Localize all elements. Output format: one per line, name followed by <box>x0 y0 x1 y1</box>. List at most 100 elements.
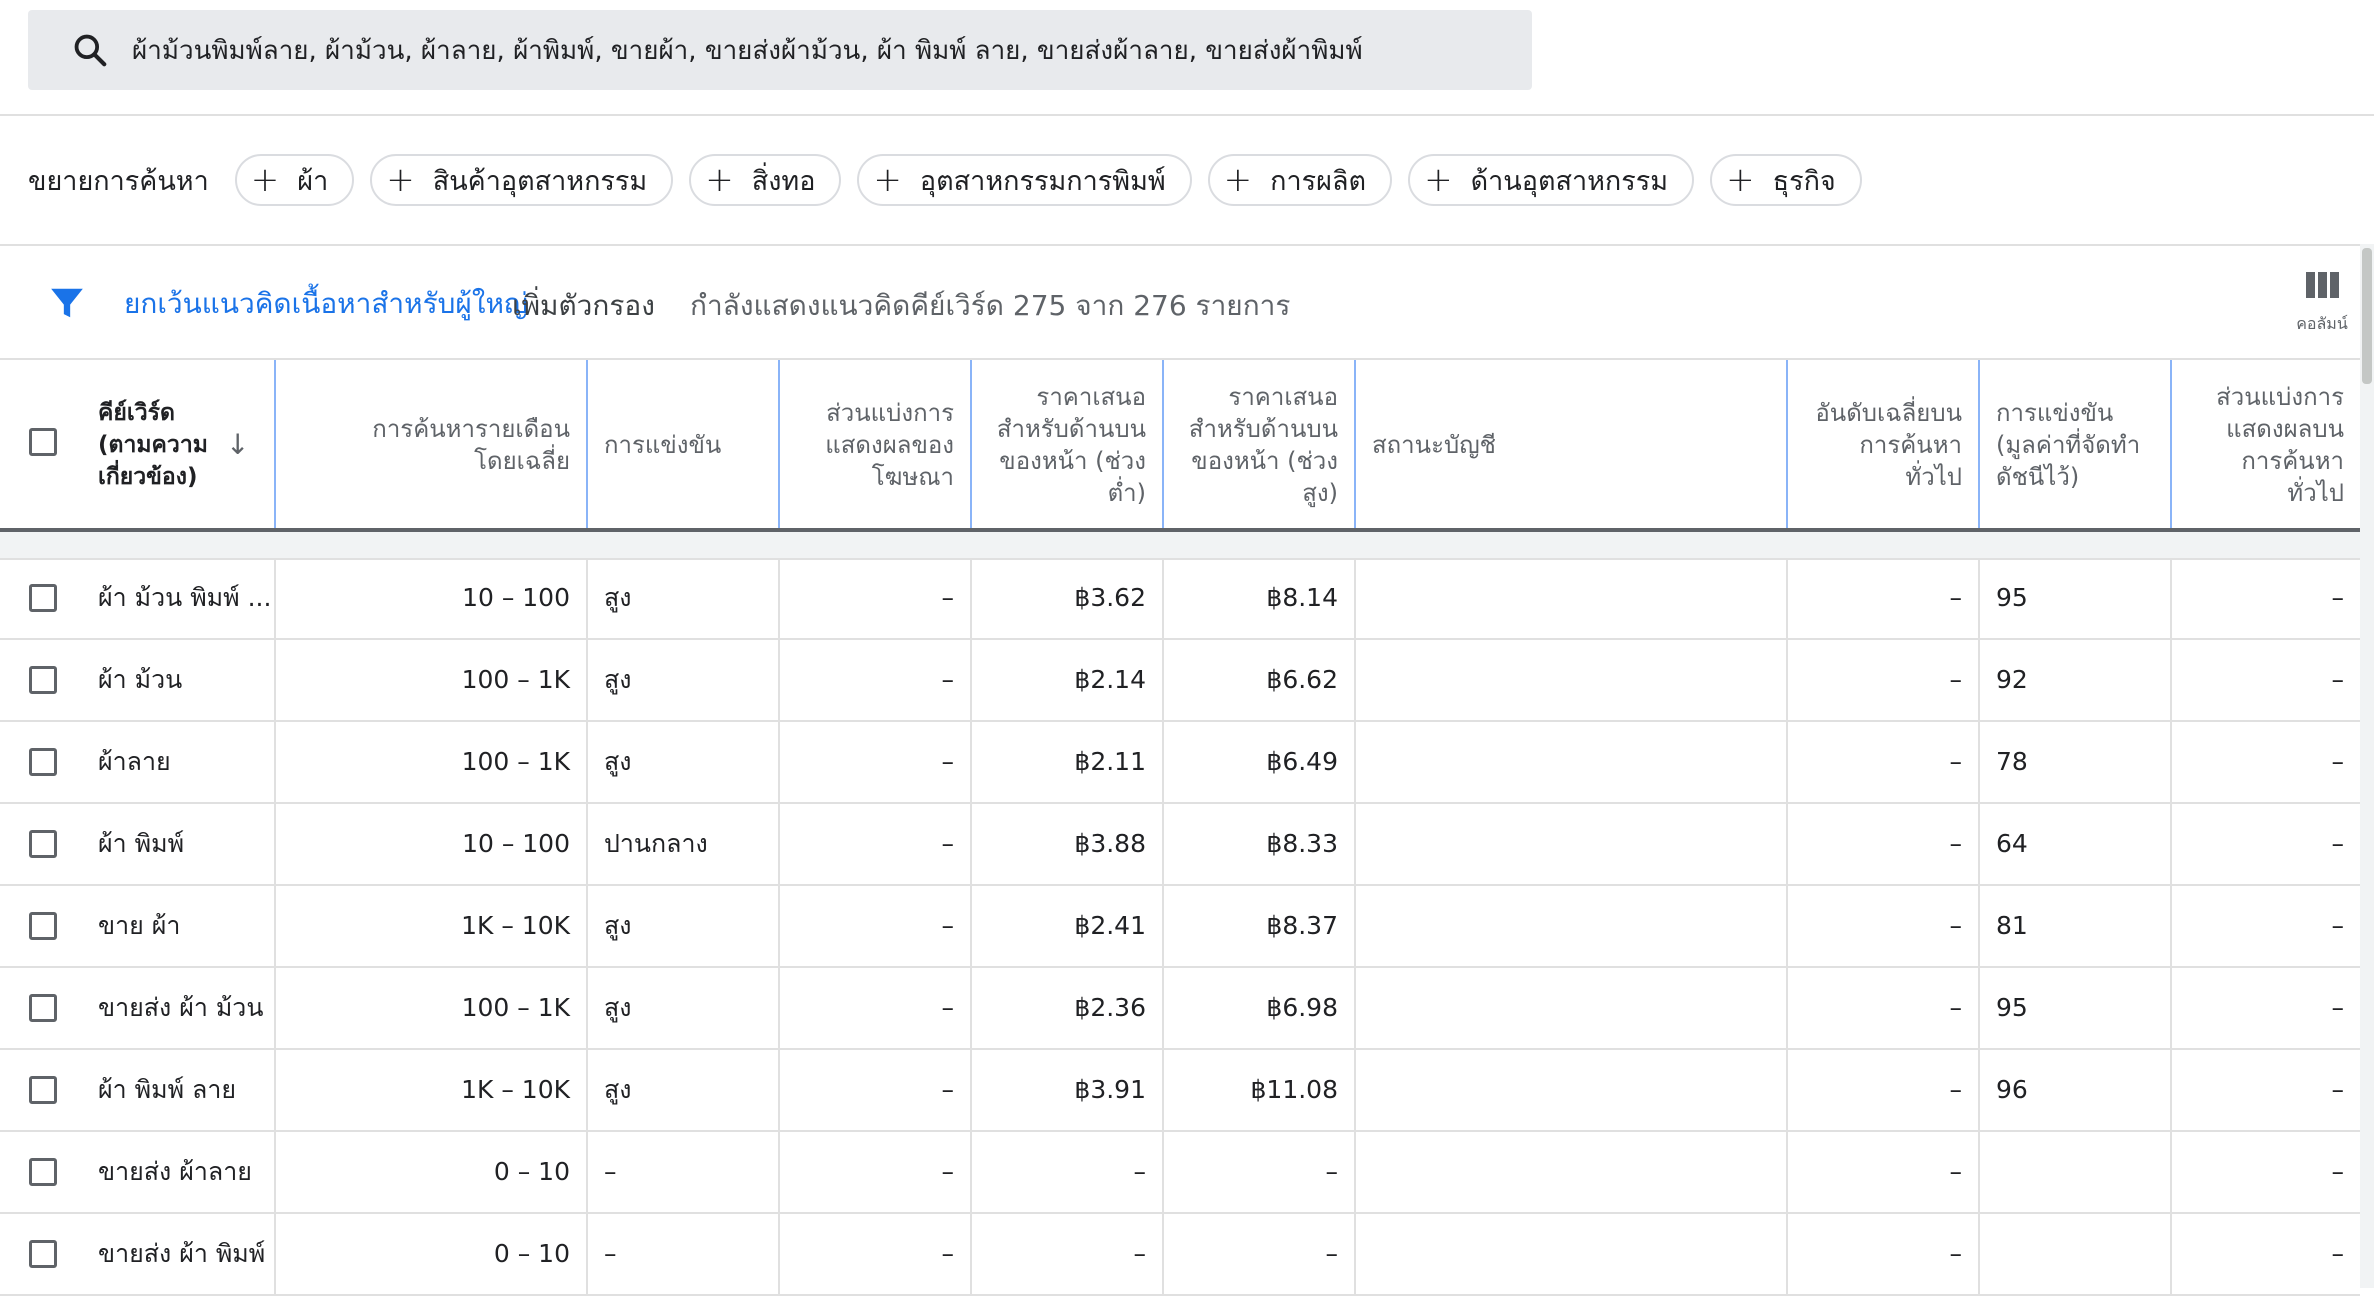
header-account-status[interactable]: สถานะบัญชี <box>1356 360 1788 530</box>
header-bid-high[interactable]: ราคาเสนอสำหรับด้านบนของหน้า (ช่วงสูง) <box>1164 360 1356 530</box>
cell-organic-share: – <box>2331 993 2345 1022</box>
cell-keyword[interactable]: ผ้าลาย <box>82 722 276 802</box>
header-monthly-searches[interactable]: การค้นหารายเดือนโดยเฉลี่ย <box>276 360 588 530</box>
cell-keyword[interactable]: ผ้า พิมพ์ <box>82 804 276 884</box>
cell-keyword[interactable]: ขายส่ง ผ้าลาย <box>82 1132 276 1212</box>
row-checkbox[interactable] <box>29 666 57 694</box>
cell-account-status <box>1356 640 1788 720</box>
expand-search-row: ขยายการค้นหา + ผ้า + สินค้าอุตสาหกรรม + สิ่… <box>28 152 1878 208</box>
row-checkbox[interactable] <box>29 748 57 776</box>
expand-chip[interactable]: + การผลิต <box>1207 154 1393 206</box>
cell-bid-high: ฿8.14 <box>1164 558 1356 638</box>
header-organic-rank[interactable]: อันดับเฉลี่ยบนการค้นหาทั่วไป <box>1788 360 1980 530</box>
plus-icon: + <box>1726 160 1755 200</box>
cell-bid-high: – <box>1164 1132 1356 1212</box>
cell-ad-impression-share: – <box>780 886 972 966</box>
cell-bid-low: – <box>972 1214 1164 1294</box>
cell-competition-index: 95 <box>1980 968 2172 1048</box>
expand-chip[interactable]: + ผ้า <box>234 154 355 206</box>
cell-competition: – <box>588 1132 780 1212</box>
cell-ad-impression-share: – <box>780 968 972 1048</box>
header-bid-low[interactable]: ราคาเสนอสำหรับด้านบนของหน้า (ช่วงต่ำ) <box>972 360 1164 530</box>
cell-keyword[interactable]: ขาย ผ้า <box>82 886 276 966</box>
chip-label: ผ้า <box>297 165 329 197</box>
cell-bid-low: ฿3.88 <box>972 804 1164 884</box>
cell-account-status <box>1356 558 1788 638</box>
header-organic-share[interactable]: ส่วนแบ่งการแสดงผลบนการค้นหาทั่วไป <box>2172 360 2360 530</box>
expand-chip[interactable]: + สินค้าอุตสาหกรรม <box>370 154 674 206</box>
table-row[interactable]: ผ้า ม้วน พิมพ์ ... 10 – 100 สูง – ฿3.62 ฿8.14… <box>0 558 2360 640</box>
cell-competition: สูง <box>588 722 780 802</box>
cell-competition: ปานกลาง <box>588 804 780 884</box>
search-query-text[interactable]: ผ้าม้วนพิมพ์ลาย, ผ้าม้วน, ผ้าลาย, ผ้าพิม… <box>132 30 1363 71</box>
cell-ad-impression-share: – <box>780 640 972 720</box>
expand-chip[interactable]: + สิ่งทอ <box>689 154 842 206</box>
cell-keyword[interactable]: ขายส่ง ผ้า พิมพ์ <box>82 1214 276 1294</box>
cell-bid-high: – <box>1164 1214 1356 1294</box>
cell-organic-rank: – <box>1788 1132 1980 1212</box>
table-row[interactable]: ผ้า ม้วน 100 – 1K สูง – ฿2.14 ฿6.62–92– <box>0 640 2360 722</box>
cell-monthly-searches: 100 – 1K <box>276 968 588 1048</box>
keyword-search-bar[interactable]: ผ้าม้วนพิมพ์ลาย, ผ้าม้วน, ผ้าลาย, ผ้าพิม… <box>28 10 1532 90</box>
header-keyword[interactable]: คีย์เวิร์ด (ตามความเกี่ยวข้อง) ↓ <box>82 360 276 530</box>
cell-keyword[interactable]: ผ้า ม้วน <box>82 640 276 720</box>
cell-bid-low: ฿2.36 <box>972 968 1164 1048</box>
expand-chip[interactable]: + ด้านอุตสาหกรรม <box>1408 154 1695 206</box>
chip-label: สินค้าอุตสาหกรรม <box>432 165 648 197</box>
cell-competition: สูง <box>588 886 780 966</box>
cell-organic-rank: – <box>1788 804 1980 884</box>
adult-content-filter[interactable]: ยกเว้นแนวคิดเนื้อหาสำหรับผู้ใหญ่ <box>124 282 528 326</box>
filter-icon[interactable] <box>48 284 86 322</box>
cell-competition: สูง <box>588 1050 780 1130</box>
arrow-down-icon[interactable]: ↓ <box>226 429 249 461</box>
chip-label: ด้านอุตสาหกรรม <box>1470 165 1669 197</box>
row-checkbox[interactable] <box>29 994 57 1022</box>
cell-competition-index: 92 <box>1980 640 2172 720</box>
table-row[interactable]: ขาย ผ้า 1K – 10K สูง – ฿2.41 ฿8.37–81– <box>0 886 2360 968</box>
chip-label: อุตสาหกรรมการพิมพ์ <box>919 165 1166 197</box>
cell-keyword[interactable]: ผ้า ม้วน พิมพ์ ... <box>82 558 276 638</box>
cell-bid-low: ฿2.14 <box>972 640 1164 720</box>
cell-bid-low: ฿3.62 <box>972 558 1164 638</box>
header-ad-impression-share[interactable]: ส่วนแบ่งการแสดงผลของโฆษณา <box>780 360 972 530</box>
cell-organic-share: – <box>2331 747 2345 776</box>
cell-competition-index: 96 <box>1980 1050 2172 1130</box>
expand-chip[interactable]: + ธุรกิจ <box>1710 154 1862 206</box>
scrollbar-thumb[interactable] <box>2362 248 2372 384</box>
row-checkbox[interactable] <box>29 1240 57 1268</box>
table-row[interactable]: ผ้าลาย 100 – 1K สูง – ฿2.11 ฿6.49–78– <box>0 722 2360 804</box>
row-checkbox[interactable] <box>29 1076 57 1104</box>
header-competition-index[interactable]: การแข่งขัน (มูลค่าที่จัดทำดัชนีไว้) <box>1980 360 2172 530</box>
add-filter-button[interactable]: เพิ่มตัวกรอง <box>512 284 655 328</box>
row-checkbox[interactable] <box>29 1158 57 1186</box>
table-row[interactable]: ขายส่ง ผ้า ม้วน 100 – 1K สูง – ฿2.36 ฿6.98–95… <box>0 968 2360 1050</box>
header-label: อันดับเฉลี่ยบนการค้นหาทั่วไป <box>1815 399 1962 491</box>
cell-competition-index: 95 <box>1980 558 2172 638</box>
cell-account-status <box>1356 968 1788 1048</box>
cell-account-status <box>1356 1132 1788 1212</box>
table-row[interactable]: ขายส่ง ผ้าลาย 0 – 10– – – – – – <box>0 1132 2360 1214</box>
scrollbar[interactable] <box>2360 244 2374 1288</box>
cell-keyword[interactable]: ผ้า พิมพ์ ลาย <box>82 1050 276 1130</box>
cell-keyword[interactable]: ขายส่ง ผ้า ม้วน <box>82 968 276 1048</box>
table-row[interactable]: ผ้า พิมพ์ ลาย 1K – 10K สูง – ฿3.91 ฿11.08–96– <box>0 1050 2360 1132</box>
header-competition[interactable]: การแข่งขัน <box>588 360 780 530</box>
header-label: ส่วนแบ่งการแสดงผลของโฆษณา <box>825 399 954 491</box>
cell-bid-high: ฿6.49 <box>1164 722 1356 802</box>
chip-label: ธุรกิจ <box>1772 165 1836 197</box>
table-row[interactable]: ผ้า พิมพ์ 10 – 100 ปานกลาง – ฿3.88 ฿8.33–64– <box>0 804 2360 886</box>
cell-ad-impression-share: – <box>780 558 972 638</box>
row-checkbox[interactable] <box>29 830 57 858</box>
cell-bid-low: ฿2.41 <box>972 886 1164 966</box>
header-label: การค้นหารายเดือนโดยเฉลี่ย <box>372 415 570 475</box>
row-checkbox[interactable] <box>29 912 57 940</box>
expand-chip[interactable]: + อุตสาหกรรมการพิมพ์ <box>857 154 1192 206</box>
cell-competition-index <box>1980 1214 2172 1294</box>
cell-organic-rank: – <box>1788 1214 1980 1294</box>
table-row[interactable]: ขายส่ง ผ้า พิมพ์ 0 – 10– – – – – – <box>0 1214 2360 1296</box>
columns-button[interactable]: คอลัมน์ <box>2280 270 2364 340</box>
row-checkbox[interactable] <box>29 584 57 612</box>
select-all-checkbox[interactable] <box>29 428 57 456</box>
cell-competition: – <box>588 1214 780 1294</box>
cell-bid-high: ฿8.33 <box>1164 804 1356 884</box>
